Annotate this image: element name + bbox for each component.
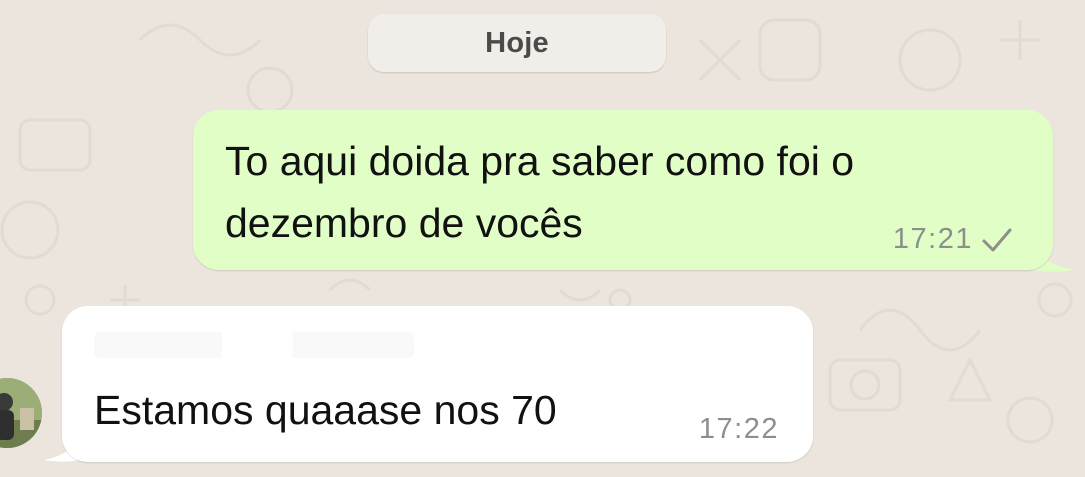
message-time: 17:22 <box>698 413 779 445</box>
date-divider-label: Hoje <box>485 26 549 59</box>
message-time: 17:21 <box>892 223 973 255</box>
date-divider: Hoje <box>368 14 666 72</box>
incoming-message-bubble[interactable]: Estamos quaaase nos 70 17:22 <box>62 306 813 462</box>
message-text: Estamos quaaase nos 70 <box>94 387 557 433</box>
sender-name-placeholder <box>94 332 414 358</box>
message-meta: 17:21 <box>893 223 1013 256</box>
single-check-icon <box>981 226 1013 254</box>
message-text: To aqui doida pra saber como foi o dezem… <box>225 138 855 246</box>
outgoing-message-bubble[interactable]: To aqui doida pra saber como foi o dezem… <box>193 110 1053 270</box>
